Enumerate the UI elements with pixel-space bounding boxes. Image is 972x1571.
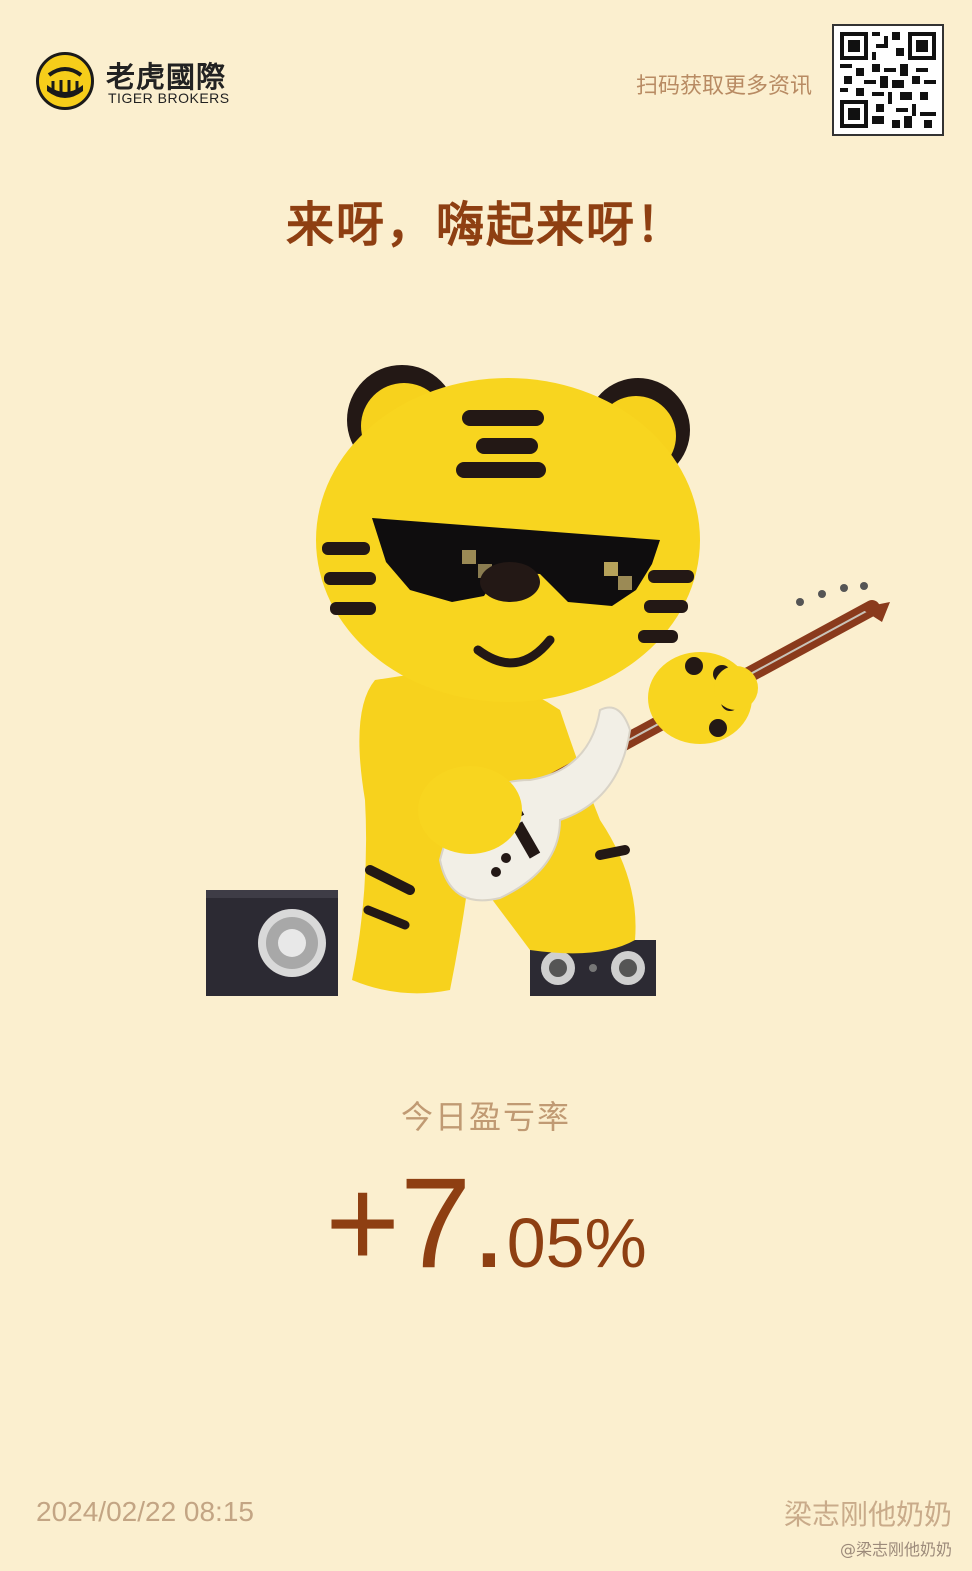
scan-prompt: 扫码获取更多资讯	[635, 74, 812, 99]
timestamp: 2024/02/22 08:15	[36, 1496, 254, 1527]
brand-name-en: TIGER BROKERS	[108, 90, 230, 106]
header: 老虎國際 TIGER BROKERS 扫码获取更多资讯	[0, 0, 972, 150]
tiger-guitar-illustration	[200, 350, 890, 1010]
headline: 来呀，嗨起来呀！	[285, 197, 686, 253]
watermark: 梁志刚他奶奶	[783, 1498, 952, 1531]
left-speaker-icon	[206, 890, 338, 996]
stat-value-major: +7.	[325, 1152, 507, 1295]
brand-logo: 老虎國際 TIGER BROKERS	[36, 52, 229, 112]
stat-label: 今日盈亏率	[400, 1098, 571, 1136]
watermark-handle: @梁志刚他奶奶	[839, 1540, 952, 1559]
stat-value: +7.05%	[0, 1150, 972, 1297]
stat-value-minor: 05%	[506, 1204, 647, 1282]
qr-code-icon[interactable]	[832, 24, 944, 136]
tiger-logo-icon	[36, 52, 94, 110]
